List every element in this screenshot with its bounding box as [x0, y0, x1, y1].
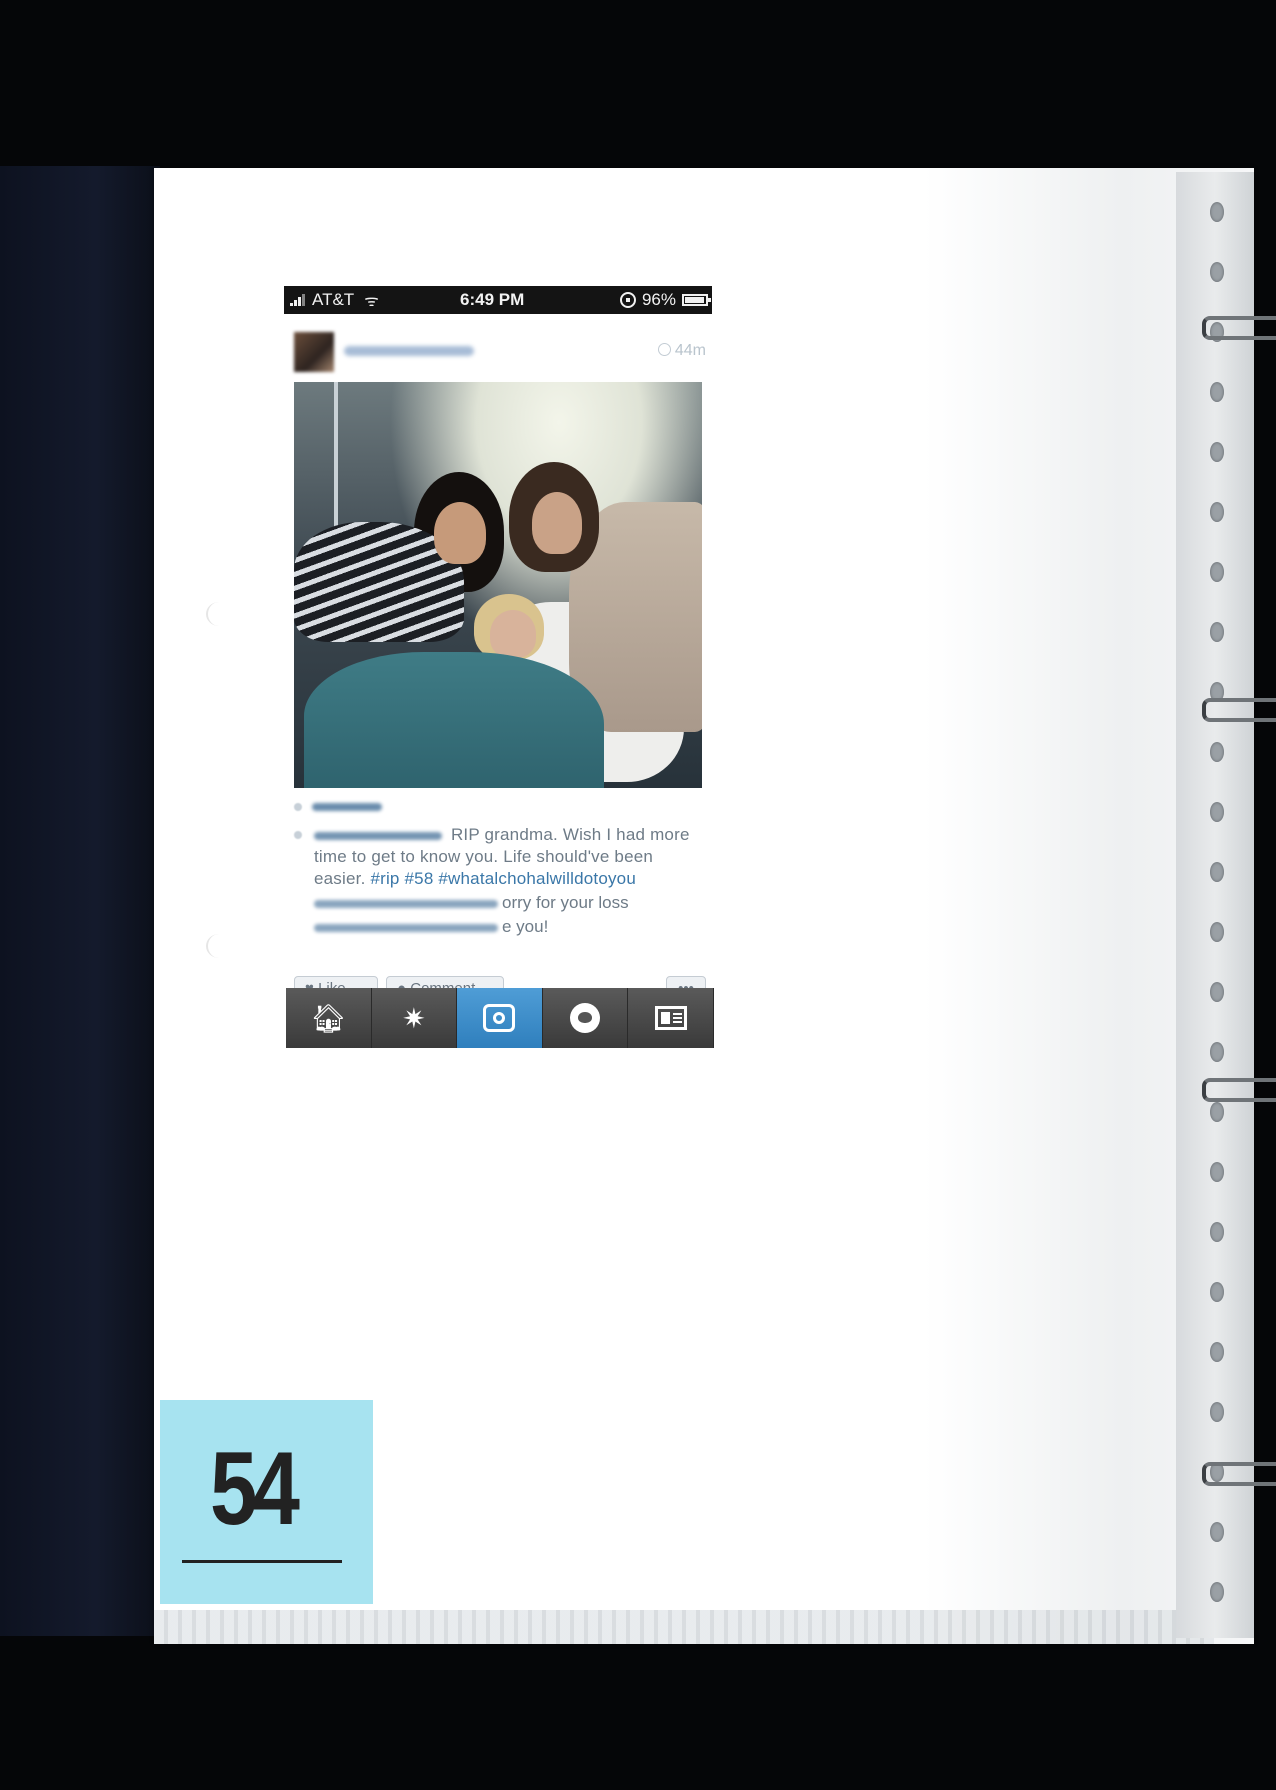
- punch-hole-mark: [206, 934, 232, 958]
- tab-activity[interactable]: [542, 988, 629, 1048]
- punch-hole: [1210, 502, 1224, 522]
- punch-hole: [1210, 622, 1224, 642]
- comment-item: e you!: [294, 916, 706, 938]
- wifi-icon: ᯤ: [364, 293, 379, 310]
- binder-ring: [1202, 1078, 1276, 1102]
- commenter-username-redacted[interactable]: [314, 899, 498, 908]
- tab-camera[interactable]: [457, 988, 543, 1048]
- tab-bar: 🏠︎ ✷: [286, 988, 714, 1048]
- instagram-screenshot: AT&T ᯤ 6:49 PM 96% 44m RIP grandma. Wish…: [284, 286, 714, 1050]
- exhibit-underline: [182, 1560, 342, 1563]
- profile-icon: [654, 1006, 687, 1030]
- post-caption: RIP grandma. Wish I had more time to get…: [294, 824, 706, 890]
- username-redacted[interactable]: [344, 346, 474, 356]
- status-time: 6:49 PM: [460, 290, 525, 309]
- punch-hole: [1210, 202, 1224, 222]
- woman-right-face: [532, 492, 582, 554]
- rotation-lock-icon: [619, 292, 636, 308]
- punch-hole: [1210, 1102, 1224, 1122]
- comment-text: e you!: [502, 917, 549, 936]
- post-timestamp: 44m: [657, 342, 706, 360]
- punch-hole: [1210, 1162, 1224, 1182]
- comment-text: orry for your loss: [502, 893, 629, 912]
- punch-hole-mark: [206, 602, 232, 626]
- exhibit-number: 54: [210, 1431, 300, 1547]
- punch-hole: [1210, 1582, 1224, 1602]
- grandmother-face: [490, 610, 536, 658]
- caption-hashtags[interactable]: #rip #58 #whatalchohalwilldotoyou: [370, 869, 636, 888]
- heart-small-icon: [294, 803, 302, 811]
- carrier-name: AT&T: [312, 290, 355, 309]
- home-icon: 🏠︎: [310, 1002, 347, 1034]
- punch-hole: [1210, 802, 1224, 822]
- tab-profile[interactable]: [628, 988, 714, 1048]
- punch-hole: [1210, 1522, 1224, 1542]
- punch-hole: [1210, 742, 1224, 762]
- punch-hole: [1210, 442, 1224, 462]
- binder-ring: [1202, 316, 1276, 340]
- battery-icon: [682, 294, 711, 306]
- punch-hole: [1210, 382, 1224, 402]
- post-time-text: 44m: [674, 342, 706, 359]
- caption-username-redacted[interactable]: [314, 831, 442, 840]
- camera-icon: [483, 1004, 516, 1032]
- clock-icon: [657, 343, 671, 356]
- punch-hole: [1210, 262, 1224, 282]
- signal-icon: [290, 294, 308, 306]
- punch-hole: [1210, 1282, 1224, 1302]
- woman-left-face: [434, 502, 486, 564]
- explore-icon: ✷: [402, 1002, 426, 1034]
- post-header: 44m: [294, 332, 706, 372]
- punch-hole: [1210, 562, 1224, 582]
- sheet-protector-edge: [154, 1610, 1214, 1644]
- battery-percent: 96%: [641, 290, 676, 309]
- carrier-group: AT&T ᯤ: [290, 289, 379, 311]
- punch-hole: [1210, 1402, 1224, 1422]
- binder-ring: [1202, 698, 1276, 722]
- likes-count-redacted: [312, 803, 382, 811]
- punch-hole: [1210, 1222, 1224, 1242]
- likes-row[interactable]: [294, 796, 706, 818]
- punch-hole: [1210, 922, 1224, 942]
- sheet-protector-hole-strip: [1176, 172, 1254, 1638]
- punch-hole: [1210, 1342, 1224, 1362]
- status-bar: AT&T ᯤ 6:49 PM 96%: [284, 286, 712, 314]
- post-meta: RIP grandma. Wish I had more time to get…: [294, 796, 706, 938]
- post-photo[interactable]: [294, 382, 702, 788]
- tab-home[interactable]: 🏠︎: [286, 988, 372, 1048]
- comment-item: orry for your loss: [294, 892, 706, 914]
- hospital-blanket: [304, 652, 604, 788]
- avatar[interactable]: [294, 332, 334, 372]
- binder-cover: [0, 166, 160, 1636]
- comment-bubble-icon: [294, 831, 302, 839]
- activity-icon: [570, 1003, 601, 1033]
- status-right-group: 96%: [619, 290, 711, 310]
- exhibit-label: 54: [160, 1400, 373, 1604]
- punch-hole: [1210, 862, 1224, 882]
- punch-hole: [1210, 982, 1224, 1002]
- punch-hole: [1210, 1042, 1224, 1062]
- binder-ring: [1202, 1462, 1276, 1486]
- tab-explore[interactable]: ✷: [371, 988, 458, 1048]
- commenter-username-redacted[interactable]: [314, 923, 498, 932]
- iv-pole: [334, 382, 338, 532]
